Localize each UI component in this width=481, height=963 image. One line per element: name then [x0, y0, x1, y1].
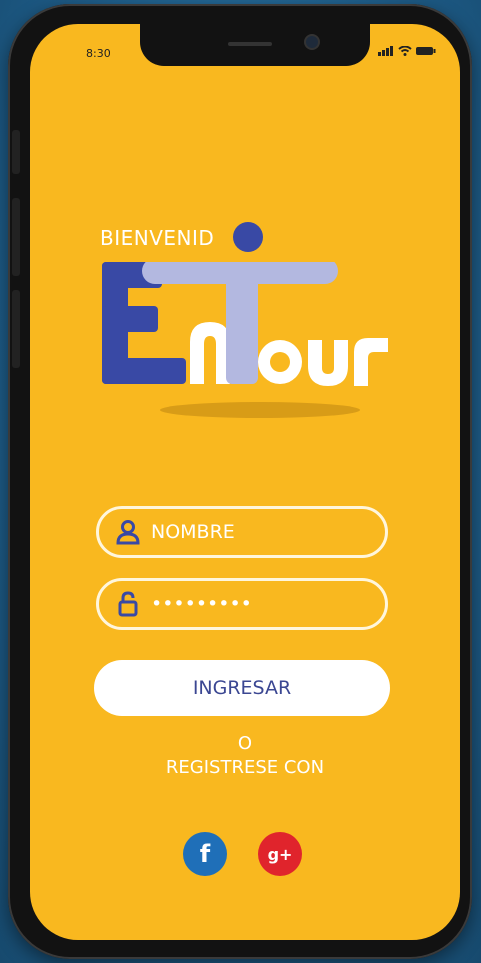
entour-logo	[102, 262, 388, 418]
notch	[140, 24, 370, 66]
password-field[interactable]: •••••••••	[96, 578, 388, 630]
signal-icon	[378, 46, 393, 56]
battery-icon	[416, 47, 436, 55]
name-placeholder: NOMBRE	[151, 521, 235, 543]
facebook-icon[interactable]: f	[183, 832, 227, 876]
side-button	[12, 198, 20, 276]
phone-frame: 8:30 BIENVENID NOMBRE ••••••••• INGRESAR…	[8, 4, 472, 959]
name-field[interactable]: NOMBRE	[96, 506, 388, 558]
speaker	[228, 42, 272, 46]
wifi-icon	[398, 46, 412, 56]
side-button	[12, 290, 20, 368]
user-icon	[116, 520, 140, 545]
lock-icon	[118, 591, 138, 617]
or-label: O	[237, 733, 253, 754]
alt-login-text: O REGISTRESE CON	[30, 732, 460, 780]
password-value: •••••••••	[151, 593, 252, 615]
register-with-label: REGISTRESE CON	[165, 757, 325, 778]
login-button[interactable]: INGRESAR	[94, 660, 390, 716]
welcome-text: BIENVENID	[100, 226, 215, 250]
camera-icon	[306, 36, 318, 48]
side-button	[12, 130, 20, 174]
app-screen: 8:30 BIENVENID NOMBRE ••••••••• INGRESAR…	[30, 24, 460, 940]
google-plus-icon[interactable]: g+	[258, 832, 302, 876]
status-time: 8:30	[86, 47, 111, 60]
status-icons	[378, 46, 436, 56]
logo-dot	[233, 222, 263, 252]
